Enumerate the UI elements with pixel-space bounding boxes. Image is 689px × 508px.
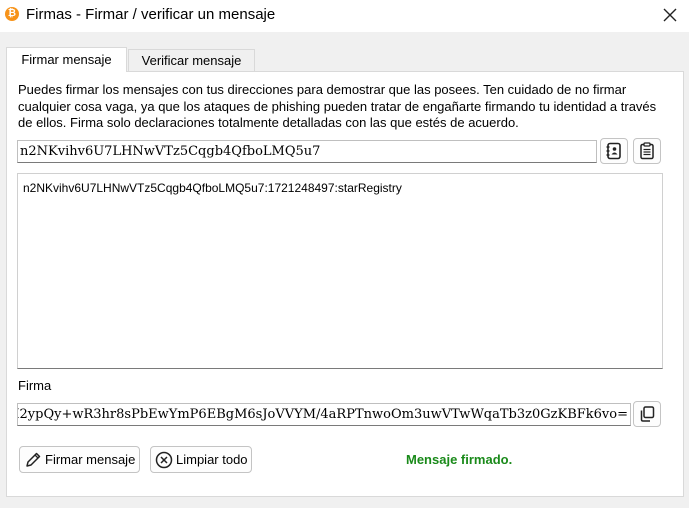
sign-message-label: Firmar mensaje xyxy=(45,452,136,467)
address-book-button[interactable] xyxy=(600,138,628,164)
copy-icon xyxy=(640,406,655,422)
tab-verify-message[interactable]: Verificar mensaje xyxy=(128,49,255,71)
clear-circle-icon xyxy=(155,451,173,469)
bitcoin-app-icon: ₿ xyxy=(5,7,19,21)
sign-description: Puedes firmar los mensajes con tus direc… xyxy=(18,82,657,130)
tab-sign-message[interactable]: Firmar mensaje xyxy=(6,47,127,72)
clear-all-label: Limpiar todo xyxy=(176,452,248,467)
address-book-icon xyxy=(606,142,621,160)
signature-label: Firma xyxy=(18,378,52,393)
copy-signature-button[interactable] xyxy=(633,401,661,427)
window-title: Firmas - Firmar / verificar un mensaje xyxy=(26,6,276,23)
signature-output[interactable]: H2ypQy+wR3hr8sPbEwYmP6EBgM6sJoVVYM/4aRPT… xyxy=(17,403,631,426)
title-bar: ₿ Firmas - Firmar / verificar un mensaje xyxy=(0,0,689,32)
sign-message-button[interactable]: Firmar mensaje xyxy=(19,446,140,473)
pen-icon xyxy=(24,451,42,469)
paste-icon xyxy=(640,142,654,160)
status-message: Mensaje firmado. xyxy=(406,452,513,467)
close-button[interactable] xyxy=(659,4,681,26)
signature-text: H2ypQy+wR3hr8sPbEwYmP6EBgM6sJoVVYM/4aRPT… xyxy=(17,407,628,422)
message-textarea[interactable]: n2NKvihv6U7LHNwVTz5Cqgb4QfboLMQ5u7:17212… xyxy=(17,173,663,369)
paste-button[interactable] xyxy=(633,138,661,164)
address-input[interactable]: n2NKvihv6U7LHNwVTz5Cqgb4QfboLMQ5u7 xyxy=(17,140,597,163)
clear-all-button[interactable]: Limpiar todo xyxy=(150,446,252,473)
close-icon xyxy=(663,8,677,22)
message-text: n2NKvihv6U7LHNwVTz5Cqgb4QfboLMQ5u7:17212… xyxy=(23,181,402,195)
